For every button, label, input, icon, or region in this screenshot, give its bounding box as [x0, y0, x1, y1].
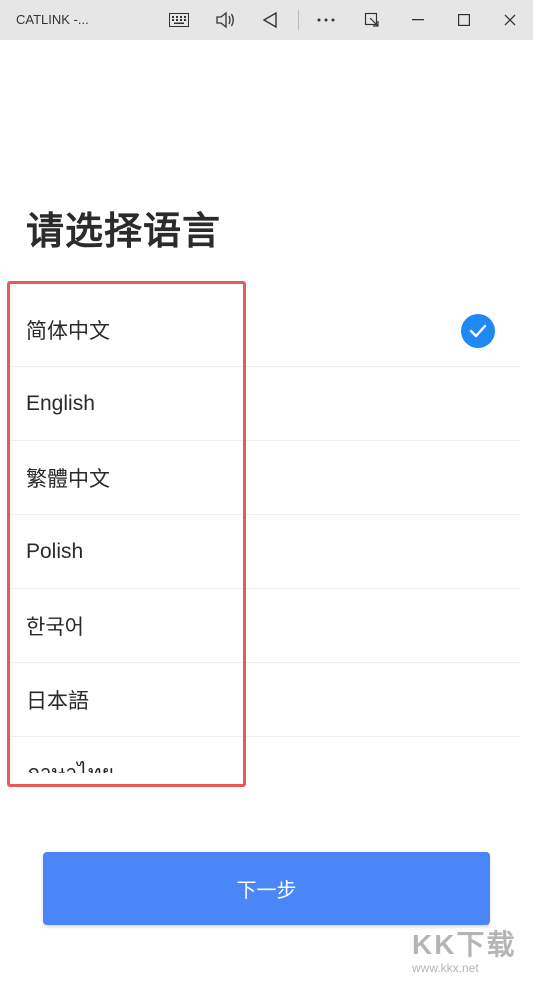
language-label: 简体中文 — [26, 319, 110, 343]
watermark-logo: KK下载 — [412, 929, 517, 960]
selected-check-icon — [461, 314, 495, 348]
keyboard-icon[interactable] — [165, 8, 193, 32]
window-titlebar: CATLINK -... — [0, 0, 533, 40]
language-item-simplified-chinese[interactable]: 简体中文 — [10, 293, 520, 367]
next-button[interactable]: 下一步 — [43, 852, 490, 925]
language-label: 日本語 — [26, 689, 89, 713]
minimize-icon[interactable] — [404, 8, 432, 32]
page-title: 请选择语言 — [26, 209, 222, 253]
watermark: KK下载 www.kkx.net — [412, 930, 532, 988]
maximize-icon[interactable] — [450, 8, 478, 32]
language-list: 简体中文 English 繁體中文 Polish 한국어 日本語 ภาษาไทย — [10, 293, 520, 773]
language-item-thai[interactable]: ภาษาไทย — [10, 737, 520, 773]
language-label: 繁體中文 — [26, 467, 110, 491]
window-title: CATLINK -... — [16, 12, 89, 27]
language-label: ภาษาไทย — [26, 757, 114, 773]
language-item-korean[interactable]: 한국어 — [10, 589, 520, 663]
language-label: Polish — [26, 539, 84, 563]
more-icon[interactable] — [312, 8, 340, 32]
language-label: 한국어 — [26, 615, 84, 639]
snap-icon[interactable] — [358, 8, 386, 32]
language-item-polish[interactable]: Polish — [10, 515, 520, 589]
language-item-traditional-chinese[interactable]: 繁體中文 — [10, 441, 520, 515]
volume-icon[interactable] — [211, 8, 239, 32]
back-icon[interactable] — [256, 8, 284, 32]
language-label: English — [26, 391, 95, 415]
language-item-japanese[interactable]: 日本語 — [10, 663, 520, 737]
language-item-english[interactable]: English — [10, 367, 520, 441]
titlebar-separator — [298, 10, 299, 30]
close-icon[interactable] — [496, 8, 524, 32]
watermark-url: www.kkx.net — [412, 961, 479, 975]
